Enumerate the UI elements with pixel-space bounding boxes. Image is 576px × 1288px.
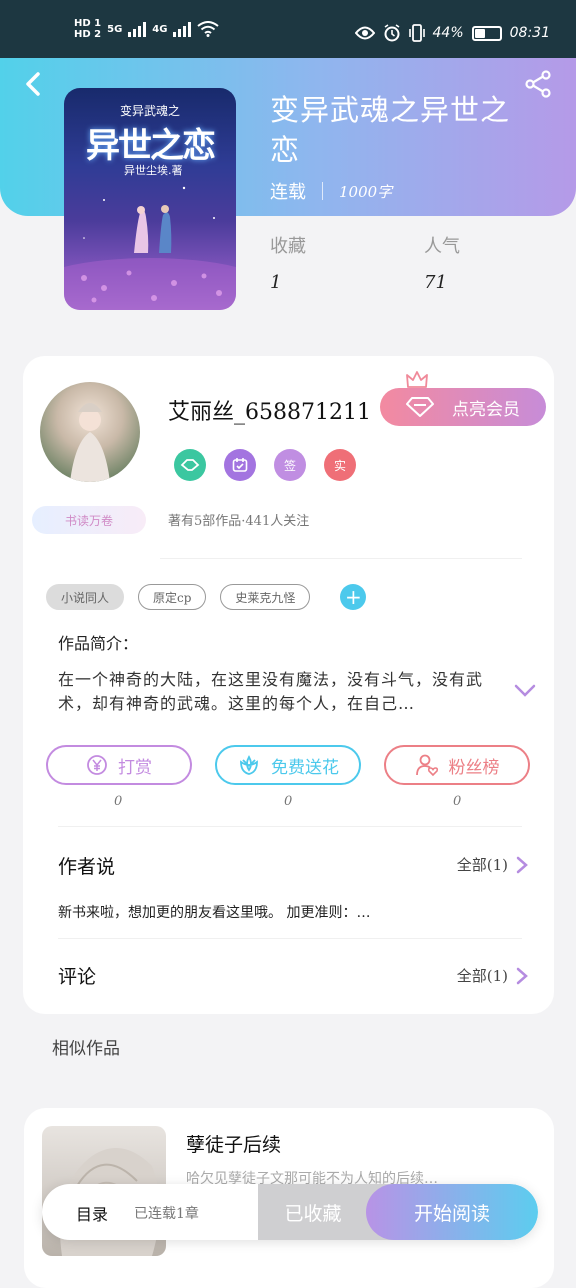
collect-value: 1 — [270, 272, 282, 293]
diamond-icon — [406, 397, 434, 417]
hd2-label: HD 2 — [74, 29, 102, 40]
divider — [160, 558, 522, 559]
tag-item[interactable]: 小说同人 — [46, 584, 125, 610]
book-meta: 连载 1000字 — [270, 178, 392, 204]
meta-divider — [322, 182, 323, 200]
intro-label: 作品简介： — [58, 634, 139, 653]
start-reading-label: 开始阅读 — [413, 1202, 490, 1225]
send-flower-button[interactable]: 免费送花 — [215, 745, 361, 785]
divider — [58, 938, 522, 939]
hd1-label: HD 1 — [74, 18, 102, 29]
collect-label: 收藏 — [270, 236, 306, 257]
vip-button-label: 点亮会员 — [452, 399, 520, 420]
similar-label: 相似作品 — [52, 1039, 120, 1059]
signal2-icon — [173, 21, 192, 37]
divider — [58, 826, 522, 827]
flower-icon — [240, 755, 258, 775]
intro-text: 在一个神奇的大陆，在这里没有魔法，没有斗气，没有武术，却有神奇的武魂。这里的每个… — [58, 670, 484, 713]
alarm-icon — [384, 24, 400, 42]
network2-label: 4G — [152, 23, 168, 35]
vip-button[interactable]: 点亮会员 — [380, 388, 546, 426]
chevron-right-icon — [516, 856, 528, 873]
avatar-art — [70, 403, 110, 482]
clock: 08:31 — [509, 25, 550, 41]
tag-item[interactable]: 史莱克九怪 — [220, 584, 311, 610]
book-status: 连载 — [270, 182, 306, 203]
signed-badge: 签 — [274, 449, 306, 481]
collected-label: 已收藏 — [284, 1202, 342, 1225]
signal-icon — [128, 21, 147, 37]
start-reading-button[interactable]: 开始阅读 — [366, 1184, 538, 1240]
tip-label: 打赏 — [118, 757, 152, 778]
vibrate-icon — [408, 24, 425, 42]
popularity-label: 人气 — [424, 236, 460, 257]
verified-badge-label: 实 — [333, 458, 346, 473]
author-say-all-label: 全部(1) — [456, 856, 508, 874]
battery-icon — [471, 25, 502, 41]
signed-badge-label: 签 — [283, 458, 296, 473]
flower-count: 0 — [284, 794, 293, 809]
status-bar: HD 1 HD 2 5G 4G 44% 08:31 — [0, 0, 576, 58]
author-say-text[interactable]: 新书来啦，想加更的朋友看这里哦。 加更准则：… — [58, 902, 370, 922]
calendar-icon — [224, 449, 256, 481]
cover-art — [64, 186, 236, 310]
reader-badge: 书读万卷 — [32, 506, 146, 534]
popularity-value: 71 — [424, 272, 447, 293]
author-badges: 签 实 — [174, 449, 356, 481]
user-heart-icon — [415, 754, 438, 777]
send-flower-label: 免费送花 — [271, 757, 339, 778]
update-progress: 已连载1章 — [134, 1206, 199, 1222]
chevron-down-icon[interactable] — [514, 684, 536, 698]
fan-ranking-label: 粉丝榜 — [448, 757, 500, 778]
author-stats: 著有5部作品·441人关注 — [168, 514, 310, 529]
yen-coin-icon — [87, 755, 107, 775]
comments-all-label: 全部(1) — [456, 967, 508, 985]
author-say-all-link[interactable]: 全部(1) — [457, 854, 528, 875]
author-avatar[interactable] — [40, 382, 140, 482]
eye-icon — [354, 26, 375, 40]
tag-item[interactable]: 原定cp — [138, 584, 207, 610]
chevron-right-icon — [516, 967, 528, 984]
back-icon[interactable] — [22, 70, 46, 98]
network-status: HD 1 HD 2 5G 4G — [74, 18, 220, 40]
hd-indicator: HD 1 HD 2 — [74, 18, 101, 40]
book-cover[interactable]: 变异武魂之 异世之恋 异世尘埃.著 — [64, 88, 236, 310]
tip-count: 0 — [114, 794, 123, 809]
comments-title: 评论 — [58, 966, 97, 988]
system-status: 44% 08:31 — [354, 24, 550, 42]
tag-list: 小说同人 原定cp 史莱克九怪 + — [46, 584, 367, 610]
comments-all-link[interactable]: 全部(1) — [457, 965, 528, 986]
bottom-action-bar: 目录 已连载1章 已收藏 开始阅读 — [42, 1184, 538, 1240]
book-title: 变异武魂之异世之恋 — [270, 93, 511, 167]
word-count: 1000字 — [339, 182, 393, 201]
toc-button[interactable]: 目录 — [76, 1201, 108, 1225]
tip-button[interactable]: 打赏 — [46, 745, 192, 785]
wifi-icon — [197, 21, 220, 37]
network1-label: 5G — [107, 23, 123, 35]
fan-count: 0 — [453, 794, 462, 809]
handshake-icon — [174, 449, 206, 481]
author-name[interactable]: 艾丽丝_658871211 — [168, 394, 371, 426]
share-icon[interactable] — [524, 70, 552, 98]
verified-badge: 实 — [324, 449, 356, 481]
add-tag-button[interactable]: + — [340, 584, 367, 610]
battery-percent: 44% — [432, 25, 464, 41]
similar-book-title: 孽徒子后续 — [186, 1134, 282, 1156]
author-say-title: 作者说 — [58, 856, 116, 878]
crown-icon — [406, 371, 428, 388]
fan-ranking-button[interactable]: 粉丝榜 — [384, 745, 530, 785]
